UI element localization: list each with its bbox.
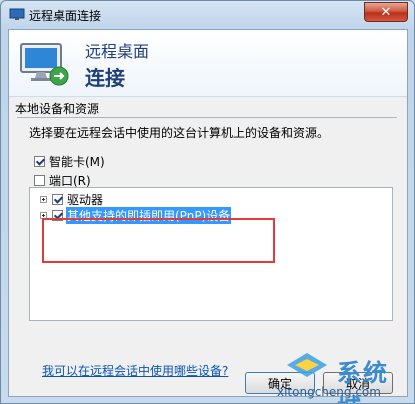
ports-checkbox[interactable]: [34, 175, 45, 186]
help-link[interactable]: 我可以在远程会话中使用哪些设备?: [42, 362, 228, 379]
smartcard-checkbox[interactable]: [34, 156, 45, 167]
drives-checkbox[interactable]: [52, 193, 63, 205]
watermark-logo-icon: [287, 353, 327, 377]
expand-icon[interactable]: [40, 195, 47, 203]
dialog-client: 远程桌面 连接 本地设备和资源 选择要在远程会话中使用的这台计算机上的设备和资源…: [8, 29, 408, 397]
highlight-frame: [42, 218, 275, 263]
title-bar[interactable]: 远程桌面连接 ✕: [1, 1, 414, 29]
smartcard-label: 智能卡(M): [49, 155, 105, 169]
dialog-window: 远程桌面连接 ✕ 远程桌面 连接 本地设备和资源 选择要在远程会话中使用的这台计…: [0, 0, 415, 404]
drives-label: 驱动器: [67, 192, 104, 207]
smartcard-option[interactable]: 智能卡(M): [34, 153, 105, 170]
window-title: 远程桌面连接: [29, 9, 102, 23]
section-title: 本地设备和资源: [15, 102, 100, 116]
monitor-icon: [20, 43, 69, 86]
header-title-line1: 远程桌面: [85, 42, 150, 61]
close-button[interactable]: ✕: [364, 2, 408, 22]
section-divider: [17, 117, 397, 118]
remote-desktop-icon: [9, 8, 25, 20]
tree-item-drives[interactable]: 驱动器: [40, 191, 104, 207]
instruction-text: 选择要在远程会话中使用的这台计算机上的设备和资源。: [29, 126, 330, 140]
watermark-url: xitongcheng.com: [277, 385, 381, 399]
header-title-line2: 连接: [85, 66, 125, 90]
dialog-header: 远程桌面 连接: [9, 30, 407, 97]
close-icon: ✕: [380, 4, 392, 20]
